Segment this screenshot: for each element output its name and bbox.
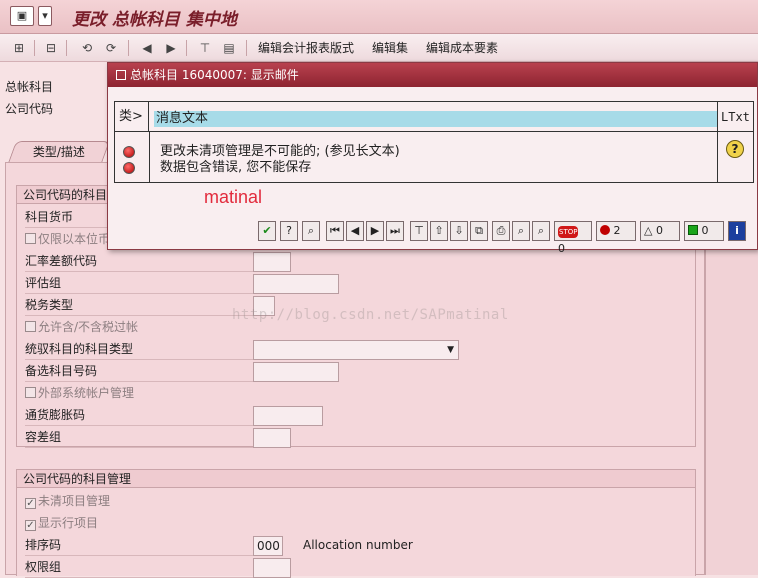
confirm-icon[interactable]: ✔ <box>258 221 276 241</box>
undo-icon[interactable]: ⟲ <box>78 38 96 58</box>
gl-account-label: 总帐科目 <box>5 80 54 94</box>
dialog-title: 总帐科目 16040007: 显示邮件 <box>130 68 299 82</box>
exchange-rate-key-label: 汇率差额代码 <box>25 252 261 272</box>
inflation-key-label: 通货膨胀码 <box>25 406 261 426</box>
dropdown-arrow-icon[interactable]: ▾ <box>38 6 52 26</box>
copy-icon[interactable]: ⧉ <box>470 221 488 241</box>
alternative-account-label: 备选科目号码 <box>25 362 261 382</box>
authorization-group-label: 权限组 <box>25 558 261 578</box>
exchange-rate-key-input[interactable] <box>253 252 291 272</box>
filter-icon[interactable]: ⊤ <box>196 38 214 58</box>
edit-set-button[interactable]: 编辑集 <box>372 38 408 58</box>
next-icon[interactable]: ▶ <box>162 38 180 58</box>
message-dialog: 总帐科目 16040007: 显示邮件 类> 消息文本 LTxt 更改未清项管理… <box>107 62 758 255</box>
company-code-label: 公司代码 <box>5 102 54 116</box>
find-next-icon[interactable]: ⌕ <box>532 221 550 241</box>
tax-category-label: 税务类型 <box>25 296 261 316</box>
column-type-header[interactable]: 类> <box>115 102 149 132</box>
error-icon <box>123 146 135 158</box>
dialog-toolbar: ✔ ? ⌕ ⏮ ◀ ▶ ⏭ ⊤ ⇧ ⇩ ⧉ ⎙ ⌕ ⌕ STOP 0 2 △ 0… <box>258 221 758 255</box>
edit-icon <box>116 70 126 80</box>
inflation-key-input[interactable] <box>253 406 323 426</box>
table-header: 类> 消息文本 LTxt <box>115 102 753 132</box>
find-icon[interactable]: ⌕ <box>512 221 530 241</box>
error-filter-button[interactable]: 2 <box>596 221 636 241</box>
watermark: http://blog.csdn.net/SAPmatinal <box>232 307 509 323</box>
help-icon[interactable]: ? <box>280 221 298 241</box>
authorization-group-input[interactable] <box>253 558 291 578</box>
print-icon[interactable]: ⎙ <box>492 221 510 241</box>
message-table: 类> 消息文本 LTxt 更改未清项管理是不可能的; (参见长文本) 数据包含错… <box>114 101 754 183</box>
tolerance-group-input[interactable] <box>253 428 291 448</box>
open-item-mgmt-checkbox[interactable]: ✓ 未清项目管理 <box>25 492 261 512</box>
table-row[interactable]: 更改未清项管理是不可能的; (参见长文本) <box>115 144 753 160</box>
edit-cost-element-button[interactable]: 编辑成本要素 <box>426 38 498 58</box>
column-ltxt-header[interactable]: LTxt <box>717 102 753 132</box>
hierarchy-icon[interactable]: ⊟ <box>42 38 60 58</box>
application-toolbar: ⊞ ⊟ ⟲ ⟳ ◀ ▶ ⊤ ▤ 编辑会计报表版式 编辑集 编辑成本要素 <box>0 34 758 62</box>
error-icon <box>600 225 610 235</box>
recon-account-type-select[interactable]: ▼ <box>253 340 459 360</box>
sort-key-input[interactable]: 000 <box>253 536 283 556</box>
display-change-icon[interactable]: ⊞ <box>10 38 28 58</box>
signature-text: matinal <box>204 187 263 207</box>
edit-financial-statement-version-button[interactable]: 编辑会计报表版式 <box>258 38 354 58</box>
info-icon[interactable]: i <box>728 221 746 241</box>
long-text-help-icon[interactable]: ? <box>726 140 744 158</box>
valuation-group-label: 评估组 <box>25 274 261 294</box>
tab-strip: 类型/描述 <box>7 141 111 163</box>
first-page-icon[interactable]: ⏮ <box>326 221 344 241</box>
valuation-group-input[interactable] <box>253 274 339 294</box>
warning-filter-button[interactable]: △ 0 <box>640 221 680 241</box>
previous-icon[interactable]: ◀ <box>346 221 364 241</box>
sort-ascending-icon[interactable]: ⇧ <box>430 221 448 241</box>
title-bar: ▣ ▾ 更改 总帐科目 集中地 <box>0 0 758 34</box>
filter-icon[interactable]: ⊤ <box>410 221 428 241</box>
next-icon[interactable]: ▶ <box>366 221 384 241</box>
success-filter-button[interactable]: 0 <box>684 221 724 241</box>
sort-key-label: 排序码 <box>25 536 261 556</box>
page-title: 更改 总帐科目 集中地 <box>72 10 237 30</box>
tab-type-description[interactable]: 类型/描述 <box>7 141 111 163</box>
sort-descending-icon[interactable]: ⇩ <box>450 221 468 241</box>
success-icon <box>688 225 698 235</box>
stop-filter-button[interactable]: STOP 0 <box>554 221 592 255</box>
menu-icon[interactable]: ▣ <box>10 6 34 26</box>
column-message-header[interactable]: 消息文本 <box>154 111 717 127</box>
alternative-account-input[interactable] <box>253 362 339 382</box>
external-mgmt-checkbox[interactable]: 外部系统帐户管理 <box>25 384 261 404</box>
dialog-title-bar: 总帐科目 16040007: 显示邮件 <box>108 63 757 87</box>
document-icon[interactable]: ▤ <box>220 38 238 58</box>
last-page-icon[interactable]: ⏭ <box>386 221 404 241</box>
table-row[interactable]: 数据包含错误, 您不能保存 <box>115 160 753 176</box>
recon-account-type-label: 统驭科目的科目类型 <box>25 340 261 360</box>
previous-icon[interactable]: ◀ <box>138 38 156 58</box>
chevron-down-icon: ▼ <box>447 345 454 355</box>
posting-without-tax-checkbox[interactable]: 允许含/不含税过帐 <box>25 318 261 338</box>
stop-icon: STOP <box>558 226 579 238</box>
redo-icon[interactable]: ⟳ <box>102 38 120 58</box>
message-text: 更改未清项管理是不可能的; (参见长文本) <box>160 144 400 159</box>
line-item-display-checkbox[interactable]: ✓ 显示行项目 <box>25 514 261 534</box>
scrollbar[interactable] <box>705 240 758 575</box>
group-header: 公司代码的科目管理 <box>17 470 695 488</box>
technical-info-icon[interactable]: ⌕ <box>302 221 320 241</box>
account-management-group: 公司代码的科目管理 ✓ 未清项目管理 ✓ 显示行项目 排序码 000 Allocat… <box>16 469 696 578</box>
message-text: 数据包含错误, 您不能保存 <box>160 160 312 175</box>
sort-key-description: Allocation number <box>303 538 413 552</box>
tolerance-group-label: 容差组 <box>25 428 261 448</box>
warning-icon: △ <box>644 224 653 237</box>
error-icon <box>123 162 135 174</box>
